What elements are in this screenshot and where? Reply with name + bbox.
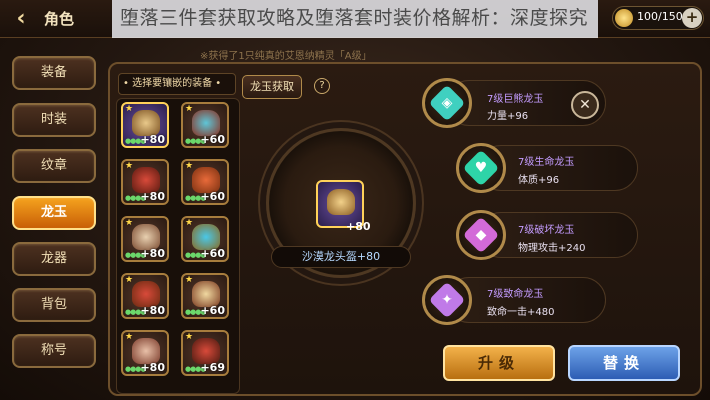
star-icon: ★ [125,332,134,342]
item-enhance-value: +69 [200,361,225,374]
page-title: 角色 [44,10,75,28]
star-icon: ★ [185,161,194,171]
overlay-banner: 堕落三件套获取攻略及堕落套时装价格解析：深度探究 [112,0,598,38]
equipment-item[interactable]: ★ ●●●● +80 [121,216,169,262]
jade-stat: 体质+96 [518,175,560,186]
equipment-item[interactable]: ★ ●●●● +80 [121,102,169,148]
back-arrow-icon[interactable]: ‹ [8,6,34,32]
item-enhance-value: +80 [140,133,165,146]
help-icon[interactable]: ? [314,78,330,94]
heart-symbol: ♥ [474,160,488,176]
equipment-list-label: • 选择要镶嵌的装备 • [118,73,236,95]
item-enhance-value: +80 [140,304,165,317]
star-icon: ★ [185,104,194,114]
sidebar-item-title[interactable]: 称号 [12,334,96,368]
jade-stat: 力量+96 [487,111,529,122]
dragon-jade-obtain-button[interactable]: 龙玉获取 [242,75,302,99]
equipment-item[interactable]: ★ ●●●● +60 [181,102,229,148]
close-icon[interactable]: ✕ [571,91,599,119]
sidebar-item-dragon-artifact[interactable]: 龙器 [12,242,96,276]
star-icon: ★ [125,218,134,228]
item-enhance-value: +80 [140,361,165,374]
selected-equipment-name: 沙漠龙头盔+80 [271,246,411,268]
star-icon: ★ [185,275,194,285]
add-stamina-button[interactable]: + [682,8,702,28]
item-enhance-value: +60 [200,247,225,260]
jade-symbol: ◆ [475,227,487,243]
equipment-item[interactable]: ★ ●●●● +60 [181,273,229,319]
jade-symbol: ✦ [441,292,453,308]
equipment-item[interactable]: ★ ●●●● +69 [181,330,229,376]
jade-stat: 致命一击+480 [487,307,555,318]
star-icon: ★ [125,104,134,114]
star-icon: ★ [185,218,194,228]
equipment-item[interactable]: ★ ●●●● +80 [121,159,169,205]
equipment-item[interactable]: ★ ●●●● +80 [121,273,169,319]
equipment-item[interactable]: ★ ●●●● +60 [181,159,229,205]
sidebar-item-dragon-jade[interactable]: 龙玉 [12,196,96,230]
jade-name: 7级生命龙玉 [518,157,575,168]
star-icon: ★ [125,161,134,171]
jade-orb-3[interactable]: ◆ [456,210,506,260]
jade-orb-2[interactable]: ♥ [456,143,506,193]
jade-name: 7级巨熊龙玉 [487,94,544,105]
star-icon: ★ [125,275,134,285]
selected-equipment-value: +80 [346,220,371,233]
item-enhance-value: +60 [200,304,225,317]
jade-name: 7级破坏龙玉 [518,225,575,236]
jade-orb-4[interactable]: ✦ [422,275,472,325]
item-enhance-value: +60 [200,133,225,146]
stamina-counter: 100/150 + [612,6,704,30]
jade-name: 7级致命龙玉 [487,289,544,300]
equipment-item[interactable]: ★ ●●●● +60 [181,216,229,262]
replace-button[interactable]: 替换 [568,345,680,381]
jade-stat: 物理攻击+240 [518,243,586,254]
item-enhance-value: +80 [140,247,165,260]
system-notice: ※获得了1只纯真的艾恩纳精灵「A级」 [200,51,372,62]
sidebar-item-emblem[interactable]: 纹章 [12,149,96,183]
jade-orb-1[interactable]: ◈ [422,78,472,128]
upgrade-button[interactable]: 升级 [443,345,555,381]
stamina-value: 100/150 [637,10,683,23]
item-enhance-value: +80 [140,190,165,203]
stamina-icon [615,9,633,27]
star-icon: ★ [185,332,194,342]
sidebar-item-backpack[interactable]: 背包 [12,288,96,322]
helmet-icon [327,189,355,215]
sidebar-item-equipment[interactable]: 装备 [12,56,96,90]
equipment-item[interactable]: ★ ●●●● +80 [121,330,169,376]
item-enhance-value: +60 [200,190,225,203]
jade-symbol: ◈ [441,95,453,111]
sidebar-item-fashion[interactable]: 时装 [12,103,96,137]
